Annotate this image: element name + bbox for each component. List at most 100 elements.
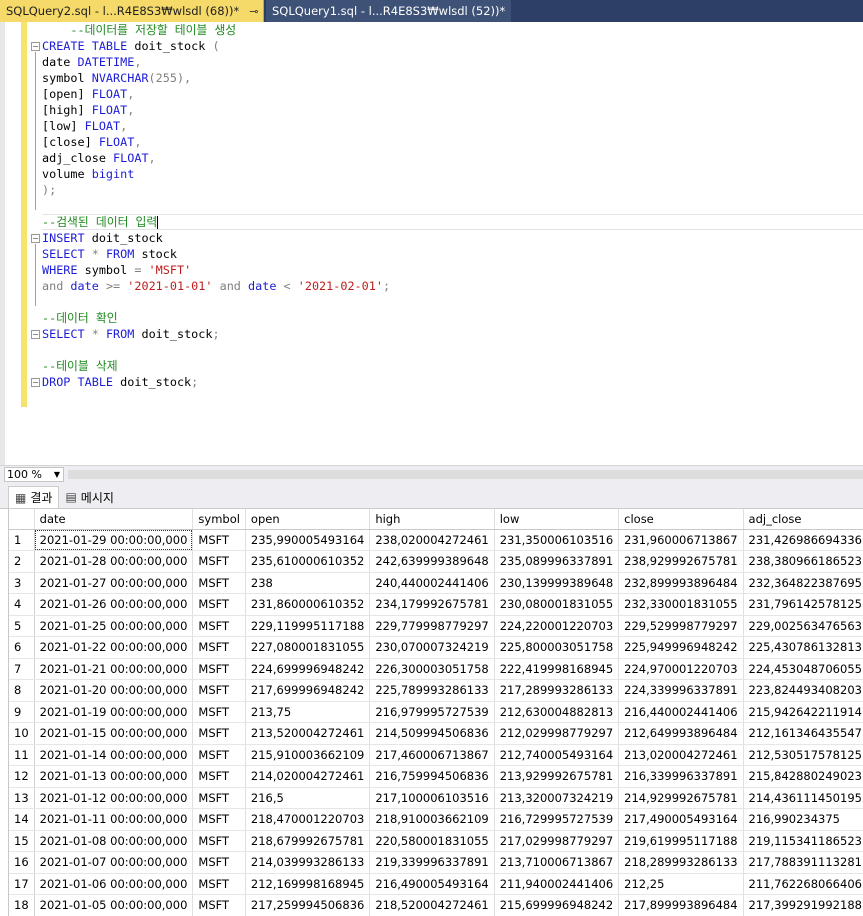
grid-cell[interactable]: MSFT <box>192 722 246 745</box>
grid-cell[interactable]: 232,330001831055 <box>618 593 744 616</box>
table-row[interactable]: 6 2021-01-22 00:00:00,000 MSFT 227,08000183… <box>9 636 863 659</box>
results-grid[interactable]: datesymbolopenhighlowcloseadj_closevolum… <box>8 509 863 916</box>
row-number[interactable]: 13 <box>9 787 35 809</box>
code-line[interactable]: ​ <box>42 198 863 214</box>
grid-cell[interactable]: 238,929992675781 <box>618 550 744 573</box>
grid-cell[interactable]: 216,5 <box>245 787 371 809</box>
grid-cell[interactable]: 225,949996948242 <box>618 636 744 659</box>
code-line[interactable]: WHERE symbol = 'MSFT' <box>42 262 863 278</box>
table-row[interactable]: 10 2021-01-15 00:00:00,000 MSFT 213,5200042… <box>9 722 863 745</box>
grid-cell[interactable]: 231,426986694336 <box>743 529 863 551</box>
collapse-icon[interactable]: − <box>31 234 40 243</box>
grid-cell[interactable]: 229,119995117188 <box>245 615 371 637</box>
grid-cell[interactable]: MSFT <box>192 787 246 809</box>
grid-cell[interactable]: 213,520004272461 <box>245 722 371 745</box>
code-line[interactable]: [low] FLOAT, <box>42 118 863 134</box>
grid-cell[interactable]: 218,910003662109 <box>369 808 495 831</box>
grid-cell[interactable]: 216,979995727539 <box>369 701 495 723</box>
table-row[interactable]: 15 2021-01-08 00:00:00,000 MSFT 218,6799926… <box>9 830 863 852</box>
grid-cell[interactable]: MSFT <box>192 636 246 659</box>
grid-cell[interactable]: 216,490005493164 <box>369 873 495 895</box>
grid-cell[interactable]: MSFT <box>192 701 246 723</box>
table-row[interactable]: 12 2021-01-13 00:00:00,000 MSFT 214,0200042… <box>9 765 863 788</box>
grid-cell[interactable]: 217,490005493164 <box>618 808 744 831</box>
grid-cell[interactable]: 212,029998779297 <box>494 722 620 745</box>
grid-cell[interactable]: 216,759994506836 <box>369 765 495 788</box>
grid-cell[interactable]: MSFT <box>192 658 246 680</box>
collapse-icon[interactable]: − <box>31 42 40 51</box>
grid-cell[interactable]: 2021-01-13 00:00:00,000 <box>34 765 194 788</box>
grid-cell[interactable]: 2021-01-25 00:00:00,000 <box>34 615 194 637</box>
grid-cell[interactable]: 224,970001220703 <box>618 658 744 680</box>
row-number[interactable]: 6 <box>9 636 35 659</box>
grid-cell[interactable]: 214,020004272461 <box>245 765 371 788</box>
grid-cell[interactable]: 214,509994506836 <box>369 722 495 745</box>
grid-cell[interactable]: MSFT <box>192 550 246 573</box>
collapse-icon[interactable]: − <box>31 330 40 339</box>
grid-cell[interactable]: 2021-01-15 00:00:00,000 <box>34 722 194 745</box>
grid-cell[interactable]: 212,740005493164 <box>494 744 620 766</box>
grid-cell[interactable]: 223,824493408203 <box>743 679 863 702</box>
zoom-select[interactable]: 100 % ▼ <box>4 467 64 482</box>
grid-cell[interactable]: 232,364822387695 <box>743 572 863 594</box>
grid-cell[interactable]: 238 <box>245 572 371 594</box>
table-row[interactable]: 2 2021-01-28 00:00:00,000 MSFT 235,61000061… <box>9 550 863 573</box>
grid-cell[interactable]: 217,460006713867 <box>369 744 495 766</box>
grid-cell[interactable]: MSFT <box>192 593 246 616</box>
code-line[interactable]: INSERT doit_stock <box>42 230 863 246</box>
row-number[interactable]: 5 <box>9 615 35 637</box>
grid-cell[interactable]: 2021-01-29 00:00:00,000 <box>34 529 194 551</box>
grid-cell[interactable]: 211,940002441406 <box>494 873 620 895</box>
grid-cell[interactable]: 212,161346435547 <box>743 722 863 745</box>
grid-cell[interactable]: 215,942642211914 <box>743 701 863 723</box>
table-row[interactable]: 9 2021-01-19 00:00:00,000 MSFT 213,75 216,97… <box>9 701 863 723</box>
pin-icon[interactable]: ⊸ <box>249 5 258 18</box>
grid-cell[interactable]: 240,440002441406 <box>369 572 495 594</box>
grid-cell[interactable]: MSFT <box>192 679 246 702</box>
grid-cell[interactable]: MSFT <box>192 529 246 551</box>
grid-cell[interactable]: 216,440002441406 <box>618 701 744 723</box>
grid-cell[interactable]: 219,619995117188 <box>618 830 744 852</box>
row-number-header[interactable] <box>9 509 35 530</box>
code-line[interactable]: date DATETIME, <box>42 54 863 70</box>
grid-cell[interactable]: 2021-01-19 00:00:00,000 <box>34 701 194 723</box>
code-line[interactable]: [high] FLOAT, <box>42 102 863 118</box>
chevron-down-icon[interactable]: ▼ <box>54 468 60 481</box>
grid-cell[interactable]: 2021-01-07 00:00:00,000 <box>34 851 194 874</box>
table-row[interactable]: 16 2021-01-07 00:00:00,000 MSFT 214,0399932… <box>9 851 863 874</box>
grid-cell[interactable]: 216,339996337891 <box>618 765 744 788</box>
grid-cell[interactable]: 238,020004272461 <box>369 529 495 551</box>
code-line[interactable]: --테이블 삭제 <box>42 358 863 374</box>
grid-cell[interactable]: 231,350006103516 <box>494 529 620 551</box>
grid-cell[interactable]: 212,630004882813 <box>494 701 620 723</box>
grid-cell[interactable]: MSFT <box>192 615 246 637</box>
table-row[interactable]: 7 2021-01-21 00:00:00,000 MSFT 224,69999694… <box>9 658 863 680</box>
table-row[interactable]: 5 2021-01-25 00:00:00,000 MSFT 229,11999511… <box>9 615 863 637</box>
row-number[interactable]: 17 <box>9 873 35 895</box>
grid-cell[interactable]: 214,039993286133 <box>245 851 371 874</box>
code-line[interactable]: ​ <box>42 342 863 358</box>
grid-cell[interactable]: 230,070007324219 <box>369 636 495 659</box>
grid-cell[interactable]: 224,453048706055 <box>743 658 863 680</box>
code-line[interactable]: [close] FLOAT, <box>42 134 863 150</box>
grid-cell[interactable]: 212,530517578125 <box>743 744 863 766</box>
grid-cell[interactable]: 2021-01-22 00:00:00,000 <box>34 636 194 659</box>
grid-cell[interactable]: 220,580001831055 <box>369 830 495 852</box>
row-number[interactable]: 11 <box>9 744 35 766</box>
column-header-adj_close[interactable]: adj_close <box>743 509 863 530</box>
grid-cell[interactable]: 211,762268066406 <box>743 873 863 895</box>
grid-cell[interactable]: 224,220001220703 <box>494 615 620 637</box>
row-number[interactable]: 2 <box>9 550 35 573</box>
grid-cell[interactable]: 224,699996948242 <box>245 658 371 680</box>
grid-cell[interactable]: 225,789993286133 <box>369 679 495 702</box>
table-row[interactable]: 4 2021-01-26 00:00:00,000 MSFT 231,86000061… <box>9 593 863 616</box>
grid-cell[interactable]: 225,430786132813 <box>743 636 863 659</box>
row-number[interactable]: 3 <box>9 572 35 594</box>
column-header-high[interactable]: high <box>369 509 495 530</box>
row-number[interactable]: 7 <box>9 658 35 680</box>
grid-cell[interactable]: 242,639999389648 <box>369 550 495 573</box>
grid-cell[interactable]: 234,179992675781 <box>369 593 495 616</box>
row-number[interactable]: 12 <box>9 765 35 788</box>
grid-cell[interactable]: 217,259994506836 <box>245 894 371 916</box>
grid-cell[interactable]: 216,990234375 <box>743 808 863 831</box>
